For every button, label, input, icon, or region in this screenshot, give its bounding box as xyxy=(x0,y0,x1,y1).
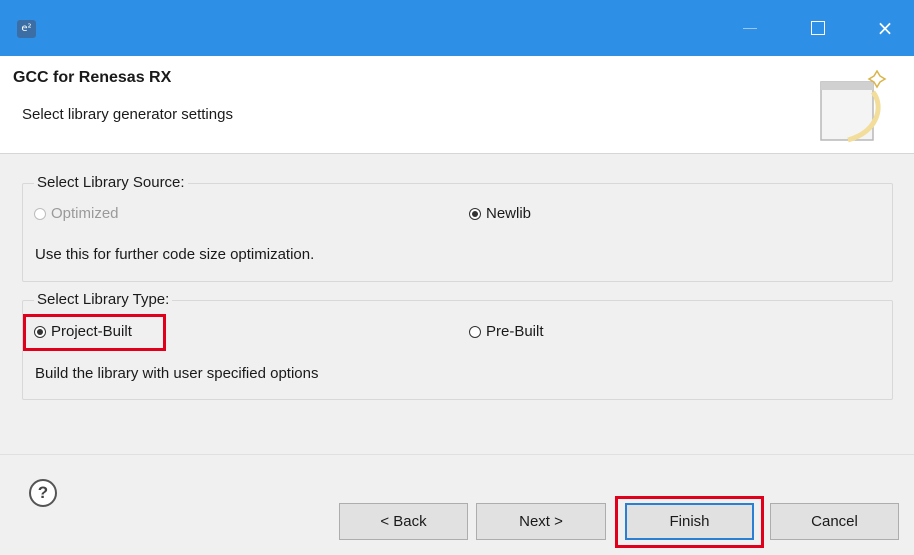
library-source-description: Use this for further code size optimizat… xyxy=(35,246,315,263)
radio-label: Pre-Built xyxy=(486,323,544,340)
radio-newlib[interactable]: Newlib xyxy=(469,205,531,222)
next-button[interactable]: Next > xyxy=(476,503,606,540)
library-source-legend: Select Library Source: xyxy=(34,174,188,191)
highlight-project-built xyxy=(23,314,166,351)
finish-button[interactable]: Finish xyxy=(625,503,754,540)
radio-button[interactable] xyxy=(469,207,481,220)
wizard-header: GCC for Renesas RX Select library genera… xyxy=(0,56,914,154)
radio-pre-built[interactable]: Pre-Built xyxy=(469,323,544,340)
window-titlebar[interactable]: e² × xyxy=(0,0,914,56)
radio-optimized[interactable]: Optimized xyxy=(34,205,119,222)
minimize-icon[interactable] xyxy=(725,0,779,56)
page-subtitle: Select library generator settings xyxy=(22,106,233,123)
close-icon[interactable]: × xyxy=(858,0,912,56)
footer-divider xyxy=(0,454,914,455)
wizard-banner-icon xyxy=(820,70,887,143)
library-type-description: Build the library with user specified op… xyxy=(35,365,319,382)
library-type-legend: Select Library Type: xyxy=(34,291,173,308)
cancel-button[interactable]: Cancel xyxy=(770,503,899,540)
radio-button[interactable] xyxy=(34,207,46,220)
radio-button[interactable] xyxy=(469,325,481,338)
maximize-icon[interactable] xyxy=(790,0,844,56)
radio-label: Optimized xyxy=(51,205,119,222)
radio-label: Newlib xyxy=(486,205,532,222)
library-source-group: Select Library Source: Optimized Newlib … xyxy=(22,174,893,282)
back-button[interactable]: < Back xyxy=(339,503,468,540)
app-icon: e² xyxy=(17,20,36,38)
page-title: GCC for Renesas RX xyxy=(13,69,172,86)
help-icon[interactable]: ? xyxy=(29,479,57,507)
